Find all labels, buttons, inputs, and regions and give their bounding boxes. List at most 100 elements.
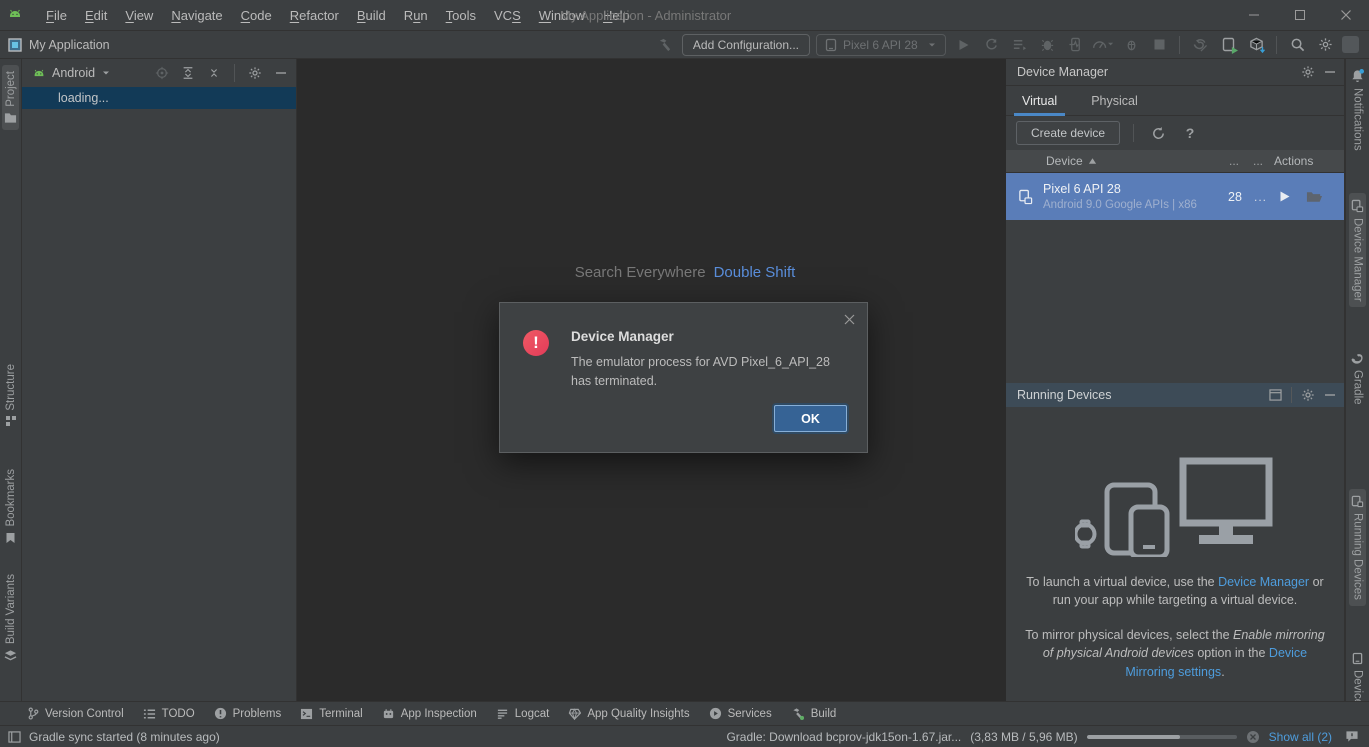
column-actions: Actions <box>1274 154 1314 168</box>
bottom-tab-version-control[interactable]: Version Control <box>28 707 124 720</box>
tool-strip-tab-build-variants[interactable]: Build Variants <box>2 568 19 667</box>
gradle-sync-icon[interactable] <box>1189 34 1211 56</box>
dialog-title: Device Manager <box>571 329 674 344</box>
debug-icon[interactable] <box>1036 34 1058 56</box>
column-device[interactable]: Device <box>1046 154 1083 168</box>
show-all-link[interactable]: Show all (2) <box>1269 730 1332 744</box>
expand-all-icon[interactable] <box>179 64 197 82</box>
bottom-tab-todo[interactable]: TODO <box>143 708 195 720</box>
menu-run[interactable]: Run <box>396 5 436 26</box>
folder-icon <box>4 112 17 124</box>
tab-virtual[interactable]: Virtual <box>1013 88 1066 116</box>
locate-icon[interactable] <box>153 64 171 82</box>
stop-icon[interactable] <box>1148 34 1170 56</box>
gear-icon[interactable] <box>1301 65 1315 79</box>
create-device-button[interactable]: Create device <box>1016 121 1121 145</box>
add-configuration-button[interactable]: Add Configuration... <box>681 33 810 56</box>
menu-vcs[interactable]: VCS <box>486 5 529 26</box>
minimize-icon[interactable] <box>1231 0 1277 31</box>
project-widget[interactable]: My Application <box>8 38 110 52</box>
menu-view[interactable]: View <box>117 5 161 26</box>
bottom-tab-services[interactable]: Services <box>709 707 772 720</box>
run-with-coverage-icon[interactable] <box>1008 34 1030 56</box>
search-everywhere-icon[interactable] <box>1286 34 1308 56</box>
run-icon[interactable] <box>952 34 974 56</box>
hide-panel-icon[interactable] <box>272 64 290 82</box>
menu-navigate[interactable]: Navigate <box>163 5 230 26</box>
sync-status-text[interactable]: Gradle sync started (8 minutes ago) <box>29 730 220 744</box>
hide-panel-icon[interactable] <box>1324 66 1336 78</box>
user-avatar-placeholder[interactable] <box>1342 36 1359 53</box>
tool-strip-tab-bookmarks[interactable]: Bookmarks <box>3 463 19 550</box>
gear-icon[interactable] <box>246 64 264 82</box>
collapse-all-icon[interactable] <box>205 64 223 82</box>
close-icon[interactable] <box>1323 0 1369 31</box>
menu-tools[interactable]: Tools <box>438 5 484 26</box>
profiler-icon[interactable] <box>1064 34 1086 56</box>
bottom-tab-app-inspection[interactable]: App Inspection <box>382 707 477 720</box>
project-view-selector[interactable]: Android <box>32 66 111 80</box>
tool-strip-tab-structure[interactable]: Structure <box>3 358 19 434</box>
main-area: Project Structure Bookmarks Build Variants … <box>0 59 1369 747</box>
project-tree-loading-item[interactable]: loading... <box>22 87 296 109</box>
device-table-header: Device ... ... Actions <box>1006 150 1344 173</box>
device-manager-link[interactable]: Device Manager <box>1218 575 1309 589</box>
settings-gear-icon[interactable] <box>1314 34 1336 56</box>
bottom-tab-problems[interactable]: Problems <box>214 707 281 720</box>
sdk-manager-icon[interactable] <box>1245 34 1267 56</box>
device-manager-actions-row: Create device ? <box>1006 116 1344 150</box>
launch-device-icon[interactable] <box>1278 190 1306 203</box>
bottom-tool-window-bar: Version Control TODO Problems Terminal App I… <box>0 701 1369 725</box>
bottom-tab-build[interactable]: Build <box>791 707 836 720</box>
terminal-icon <box>300 708 313 720</box>
tool-strip-tab-gradle[interactable]: Gradle <box>1348 347 1367 411</box>
column-more-1[interactable]: ... <box>1222 154 1246 168</box>
apply-changes-icon[interactable] <box>980 34 1002 56</box>
device-manager-toolbar-icon[interactable] <box>1217 34 1239 56</box>
help-icon[interactable]: ? <box>1179 122 1201 144</box>
tab-physical[interactable]: Physical <box>1087 88 1142 115</box>
tool-strip-tab-project[interactable]: Project <box>2 65 19 130</box>
build-hammer-icon[interactable] <box>654 34 676 56</box>
right-tool-windows: Device Manager Virtual Physical Create d… <box>1006 59 1345 701</box>
device-name: Pixel 6 API 28 <box>1043 182 1121 196</box>
tool-strip-tab-notifications[interactable]: Notifications <box>1349 63 1366 157</box>
menu-build[interactable]: Build <box>349 5 394 26</box>
bottom-tab-app-quality-insights[interactable]: App Quality Insights <box>568 708 690 720</box>
bottom-tab-logcat[interactable]: Logcat <box>496 708 549 720</box>
gear-icon[interactable] <box>1301 388 1315 402</box>
device-info: Pixel 6 API 28 Android 9.0 Google APIs |… <box>1043 182 1228 211</box>
window-controls <box>1231 0 1369 31</box>
device-selector-dropdown[interactable]: Pixel 6 API 28 <box>816 33 946 56</box>
cancel-task-icon[interactable] <box>1246 730 1260 744</box>
bookmark-icon <box>5 532 16 544</box>
project-name-label: My Application <box>29 37 110 52</box>
device-description: Android 9.0 Google APIs | x86 <box>1043 199 1197 211</box>
gradle-icon <box>1350 353 1365 365</box>
device-folder-icon[interactable] <box>1306 190 1336 204</box>
menu-code[interactable]: Code <box>233 5 280 26</box>
attach-debugger-icon[interactable] <box>1120 34 1142 56</box>
maximize-icon[interactable] <box>1277 0 1323 31</box>
menu-edit[interactable]: Edit <box>77 5 115 26</box>
ok-button[interactable]: OK <box>774 405 847 432</box>
tool-strip-tab-running-devices[interactable]: Running Devices <box>1349 488 1366 606</box>
column-more-2[interactable]: ... <box>1246 154 1270 168</box>
hint-label: Search Everywhere <box>574 264 706 281</box>
layout-editor-icon[interactable] <box>1269 389 1282 401</box>
hide-panel-icon[interactable] <box>1324 389 1336 401</box>
launch-hint-text: To launch a virtual device, use the Devi… <box>1026 575 1324 608</box>
event-log-icon[interactable] <box>1345 730 1359 743</box>
menu-file[interactable]: File <box>38 5 75 26</box>
menu-refactor[interactable]: Refactor <box>282 5 347 26</box>
bottom-tab-terminal[interactable]: Terminal <box>300 708 363 720</box>
tool-strip-tab-device-manager[interactable]: Device Manager <box>1349 192 1366 308</box>
refresh-icon[interactable] <box>1147 122 1169 144</box>
gauge-dropdown-icon[interactable] <box>1092 34 1114 56</box>
sort-asc-icon <box>1088 158 1096 164</box>
device-more-menu[interactable]: ... <box>1254 190 1278 204</box>
dialog-close-icon[interactable] <box>843 313 856 326</box>
progress-fill <box>1086 734 1180 739</box>
device-table-row[interactable]: Pixel 6 API 28 Android 9.0 Google APIs |… <box>1006 173 1344 220</box>
running-devices-title: Running Devices <box>1017 388 1112 402</box>
